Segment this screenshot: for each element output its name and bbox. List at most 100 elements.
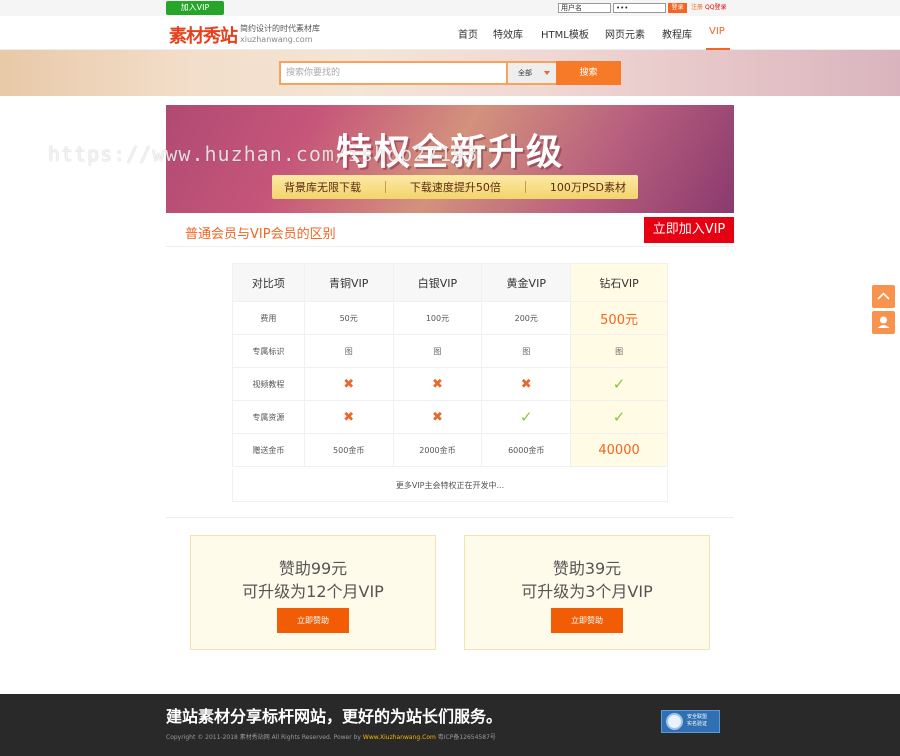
qq-login-link[interactable]: QQ登录 <box>705 3 726 13</box>
table-cell: 500元 <box>570 301 668 335</box>
table-cell: 6000金币 <box>481 433 572 467</box>
register-link[interactable]: 注册 <box>691 3 703 13</box>
nav-web-elements[interactable]: 网页元素 <box>605 26 645 41</box>
table-header: 对比项 <box>232 263 305 302</box>
back-to-top-button[interactable] <box>872 285 895 308</box>
vip-badge-icon: 图 <box>344 346 353 356</box>
promo-feature: 背景库无限下载 <box>283 181 361 194</box>
footer-site-link[interactable]: Www.Xiuzhanwang.Com <box>363 734 436 741</box>
logo-tagline: 简约设计的时代素材库 <box>240 24 320 33</box>
security-badge[interactable]: 安全联盟 实名验证 <box>661 710 720 733</box>
chevron-down-icon <box>544 71 550 75</box>
divider <box>166 517 734 518</box>
table-cell: ✖ <box>481 367 572 401</box>
promo-feature: 下载速度提升50倍 <box>409 181 501 194</box>
site-footer: 建站素材分享标杆网站，更好的为站长们服务。 Copyright © 2011-2… <box>0 694 900 756</box>
check-icon: ✓ <box>612 375 626 393</box>
copyright-text: Copyright © 2011-2018 素材秀站网 All Rights R… <box>166 734 361 741</box>
badge-line: 安全联盟 <box>687 714 708 720</box>
table-cell: ✖ <box>392 367 483 401</box>
table-row: 专属标识 图 图 图 图 <box>232 334 668 368</box>
table-cell: 100元 <box>392 301 483 335</box>
table-cell: 图 <box>392 334 483 368</box>
site-logo[interactable]: 素材秀站 <box>169 22 238 48</box>
comparison-note: 更多VIP主会特权正在开发中... <box>232 469 668 502</box>
arrow-up-icon <box>877 292 890 300</box>
cross-icon: ✖ <box>520 376 532 392</box>
table-cell: 50元 <box>303 301 394 335</box>
row-label: 专属标识 <box>232 334 305 368</box>
table-cell: 2000金币 <box>392 433 483 467</box>
check-icon: ✓ <box>612 408 626 426</box>
table-cell: 图 <box>570 334 668 368</box>
table-header: 白银VIP <box>392 263 483 302</box>
table-cell: 200元 <box>481 301 572 335</box>
vip-badge-icon: 图 <box>615 346 624 356</box>
cross-icon: ✖ <box>343 376 355 392</box>
badge-text: 安全联盟 实名验证 <box>687 714 707 728</box>
row-label: 费用 <box>232 301 305 335</box>
top-bar: 加入VIP 用户名 ••• 登录 注册 QQ登录 <box>0 0 900 16</box>
row-label: 专属资源 <box>232 400 305 434</box>
sponsor-card-99: 赞助99元 可升级为12个月VIP 立即赞助 <box>190 535 436 650</box>
promo-separator <box>524 181 526 193</box>
nav-tutorials[interactable]: 教程库 <box>662 26 692 41</box>
table-cell: ✖ <box>392 400 483 434</box>
join-vip-button[interactable]: 加入VIP <box>166 1 224 15</box>
table-cell: 图 <box>481 334 572 368</box>
customer-service-button[interactable] <box>872 311 895 334</box>
username-field[interactable]: 用户名 <box>558 3 611 13</box>
table-cell: ✖ <box>303 367 394 401</box>
promo-feature: 100万PSD素材 <box>549 181 626 194</box>
table-header: 钻石VIP <box>570 263 668 302</box>
sponsor-amount: 赞助99元 <box>278 559 348 578</box>
table-header-row: 对比项 青铜VIP 白银VIP 黄金VIP 钻石VIP <box>232 263 668 302</box>
footer-slogan: 建站素材分享标杆网站，更好的为站长们服务。 <box>166 707 503 726</box>
table-row: 赠送金币 500金币 2000金币 6000金币 40000 <box>232 433 668 467</box>
icp-number: 粤ICP备12654587号 <box>437 734 496 741</box>
table-header: 青铜VIP <box>303 263 394 302</box>
table-cell: ✓ <box>481 400 572 434</box>
nav-home[interactable]: 首页 <box>458 26 478 41</box>
sponsor-benefit: 可升级为12个月VIP <box>242 582 384 601</box>
nav-html-templates[interactable]: HTML模板 <box>541 26 589 41</box>
promo-feature-strip: 背景库无限下载 下载速度提升50倍 100万PSD素材 <box>272 175 638 199</box>
customer-service-icon <box>877 316 890 328</box>
nav-effects[interactable]: 特效库 <box>493 26 523 41</box>
site-header: 素材秀站 简约设计的时代素材库 xiuzhanwang.com 首页 特效库 H… <box>0 16 900 50</box>
table-cell: 500金币 <box>303 433 394 467</box>
vip-badge-icon: 图 <box>522 346 531 356</box>
table-row: 费用 50元 100元 200元 500元 <box>232 301 668 335</box>
vip-badge-icon: 图 <box>433 346 442 356</box>
table-row: 专属资源 ✖ ✖ ✓ ✓ <box>232 400 668 434</box>
login-button[interactable]: 登录 <box>668 3 687 13</box>
sponsor-now-button[interactable]: 立即赞助 <box>277 608 349 633</box>
table-cell: 40000 <box>570 433 668 467</box>
promo-separator <box>384 181 386 193</box>
vip-comparison-table: 对比项 青铜VIP 白银VIP 黄金VIP 钻石VIP 费用 50元 100元 … <box>232 263 668 467</box>
sponsor-benefit: 可升级为3个月VIP <box>521 582 653 601</box>
shield-icon <box>666 713 683 730</box>
cross-icon: ✖ <box>432 409 443 425</box>
table-cell: ✓ <box>570 367 668 401</box>
sponsor-now-button[interactable]: 立即赞助 <box>551 608 623 633</box>
row-label: 赠送金币 <box>232 433 305 467</box>
search-button[interactable]: 搜索 <box>556 61 621 85</box>
sponsor-amount: 赞助39元 <box>552 559 622 578</box>
nav-vip[interactable]: VIP <box>709 26 725 37</box>
table-cell: 图 <box>303 334 394 368</box>
password-field[interactable]: ••• <box>613 3 666 13</box>
watermark-text: https://www.huzhan.com/ishop27193 <box>48 142 479 166</box>
section-title: 普通会员与VIP会员的区别 <box>185 227 336 242</box>
join-vip-now-button[interactable]: 立即加入VIP <box>644 217 734 243</box>
sponsor-card-39: 赞助39元 可升级为3个月VIP 立即赞助 <box>464 535 710 650</box>
table-cell: ✖ <box>303 400 394 434</box>
table-row: 视频教程 ✖ ✖ ✖ ✓ <box>232 367 668 401</box>
table-cell: ✓ <box>570 400 668 434</box>
cross-icon: ✖ <box>432 376 443 392</box>
row-label: 视频教程 <box>232 367 305 401</box>
check-icon: ✓ <box>519 408 533 426</box>
search-input[interactable]: 搜索你要找的 <box>279 61 508 85</box>
badge-line: 实名验证 <box>687 721 708 727</box>
cross-icon: ✖ <box>343 409 355 425</box>
